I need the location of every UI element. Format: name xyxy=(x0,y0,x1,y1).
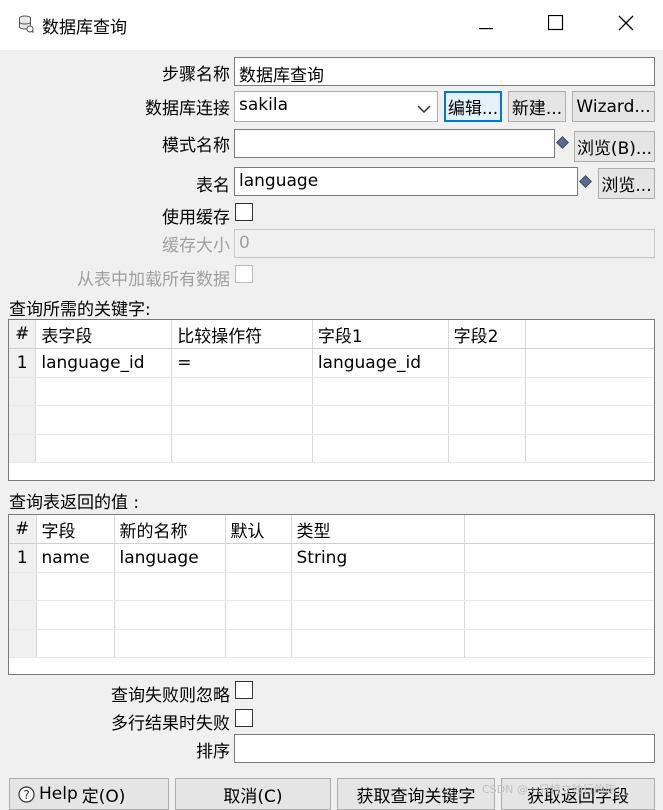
get-keys-button[interactable]: 获取查询关键字 xyxy=(337,778,495,810)
maximize-icon xyxy=(547,14,564,36)
keys-col-field1[interactable]: 字段1 xyxy=(312,320,449,349)
multi-fail-label: 多行结果时失败 xyxy=(111,714,230,734)
close-button[interactable] xyxy=(606,10,646,40)
new-name-cell[interactable]: language xyxy=(114,543,226,573)
order-input[interactable] xyxy=(234,734,655,763)
watermark: CSDN @一只特立独行的陈 xyxy=(482,783,616,796)
keys-col-filler xyxy=(525,320,654,349)
schema-input[interactable] xyxy=(234,129,555,158)
fail-ignore-label: 查询失败则忽略 xyxy=(111,686,230,706)
variable-icon xyxy=(579,175,592,188)
field2-cell[interactable] xyxy=(448,348,527,378)
edit-connection-button[interactable]: 编辑... xyxy=(444,91,502,122)
keys-col-comparator[interactable]: 比较操作符 xyxy=(171,320,313,349)
sort-up-icon xyxy=(17,320,27,340)
table-row xyxy=(9,377,654,406)
values-col-type[interactable]: 类型 xyxy=(291,515,465,544)
chevron-down-icon xyxy=(417,99,431,119)
table-label: 表名 xyxy=(196,176,230,196)
row-number: 1 xyxy=(9,543,37,573)
use-cache-checkbox[interactable] xyxy=(235,203,253,221)
keys-table[interactable]: # 表字段 比较操作符 字段1 字段2 1 language_id = lang… xyxy=(8,319,655,481)
minimize-button[interactable] xyxy=(466,10,506,40)
connection-value: sakila xyxy=(239,95,288,115)
table-row xyxy=(9,629,654,658)
minimize-icon xyxy=(479,15,493,35)
field1-cell[interactable]: language_id xyxy=(312,348,449,378)
table-row xyxy=(9,572,654,601)
step-name-label: 步骤名称 xyxy=(162,65,230,85)
table-row[interactable]: 1 name language String xyxy=(9,543,654,573)
values-table[interactable]: # 字段 新的名称 默认 类型 1 name language String xyxy=(8,514,655,675)
values-col-field[interactable]: 字段 xyxy=(36,515,115,544)
table-row xyxy=(9,405,654,435)
filler-cell xyxy=(525,348,654,378)
close-icon xyxy=(618,15,634,36)
browse-table-button[interactable]: 浏览... xyxy=(598,168,655,199)
load-all-label: 从表中加载所有数据 xyxy=(77,270,230,290)
multi-fail-checkbox[interactable] xyxy=(235,709,253,727)
table-row xyxy=(9,434,654,463)
order-label: 排序 xyxy=(196,742,230,762)
keys-col-table-field[interactable]: 表字段 xyxy=(35,320,173,349)
ok-label: 定(O) xyxy=(81,786,126,807)
default-cell[interactable] xyxy=(225,543,292,573)
browse-schema-button[interactable]: 浏览(B)... xyxy=(574,131,655,162)
help-label: Help xyxy=(39,784,78,804)
field-cell[interactable]: name xyxy=(36,543,115,573)
load-all-checkbox[interactable] xyxy=(235,265,253,283)
table-row[interactable]: 1 language_id = language_id xyxy=(9,348,654,378)
schema-label: 模式名称 xyxy=(162,136,230,156)
variable-icon xyxy=(556,136,569,149)
ok-button[interactable]: ? Help 定(O) xyxy=(9,778,169,810)
keys-header-row: # 表字段 比较操作符 字段1 字段2 xyxy=(9,320,654,349)
keys-section-title: 查询所需的关键字: xyxy=(9,300,151,320)
type-cell[interactable]: String xyxy=(291,543,465,573)
values-section-title: 查询表返回的值 : xyxy=(9,493,140,513)
filler-cell xyxy=(464,543,654,573)
table-input[interactable]: language xyxy=(234,167,578,196)
database-icon xyxy=(18,15,34,38)
connection-label: 数据库连接 xyxy=(145,99,230,119)
table-row xyxy=(9,600,654,630)
comparator-cell[interactable]: = xyxy=(171,348,313,378)
use-cache-label: 使用缓存 xyxy=(162,208,230,228)
step-name-input[interactable]: 数据库查询 xyxy=(234,57,655,86)
cache-size-input[interactable]: 0 xyxy=(234,229,655,258)
keys-col-num[interactable]: # xyxy=(9,320,37,349)
keys-col-field2[interactable]: 字段2 xyxy=(448,320,527,349)
fail-ignore-checkbox[interactable] xyxy=(235,681,253,699)
cache-size-label: 缓存大小 xyxy=(162,236,230,256)
cancel-button[interactable]: 取消(C) xyxy=(175,778,331,810)
values-col-filler xyxy=(464,515,654,544)
help-icon: ? xyxy=(18,785,35,803)
connection-select[interactable]: sakila xyxy=(234,91,438,122)
window-title: 数据库查询 xyxy=(42,18,127,38)
values-col-new-name[interactable]: 新的名称 xyxy=(114,515,226,544)
table-field-cell[interactable]: language_id xyxy=(35,348,173,378)
values-col-num[interactable]: # xyxy=(9,515,37,544)
wizard-button[interactable]: Wizard... xyxy=(572,91,655,122)
new-connection-button[interactable]: 新建... xyxy=(508,91,566,122)
maximize-button[interactable] xyxy=(536,10,576,40)
svg-text:?: ? xyxy=(23,788,29,802)
values-header-row: # 字段 新的名称 默认 类型 xyxy=(9,515,654,544)
values-col-default[interactable]: 默认 xyxy=(225,515,292,544)
row-number: 1 xyxy=(9,348,37,378)
